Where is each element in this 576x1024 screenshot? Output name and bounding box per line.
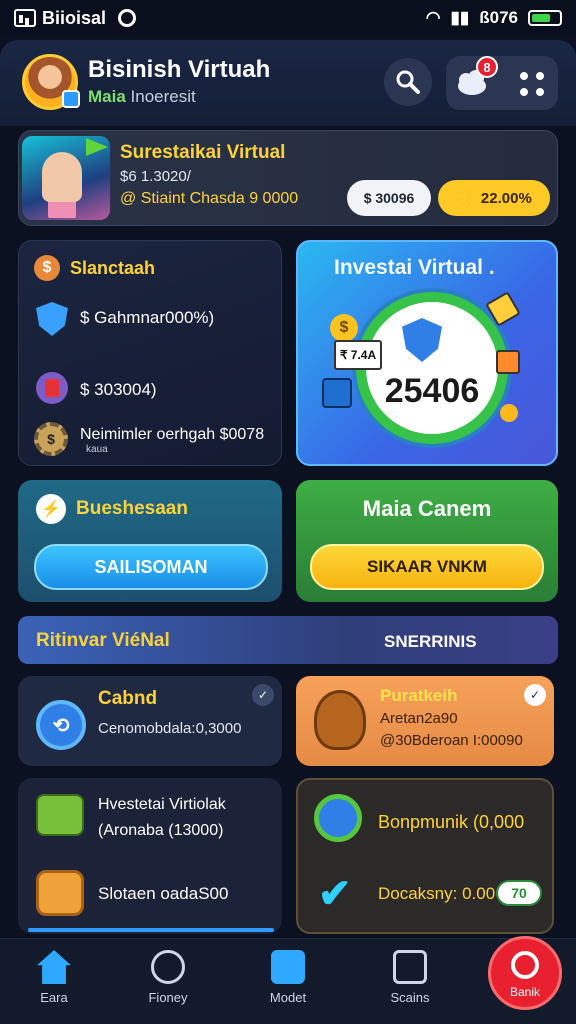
header-subtitle: Maia Inoeresit bbox=[88, 87, 196, 107]
banner-right-text: SNERRINIS bbox=[384, 632, 477, 651]
nav-home[interactable]: Eara bbox=[14, 950, 94, 1005]
business-button-label: SAILISOMAN bbox=[94, 556, 208, 577]
clock-icon bbox=[314, 794, 362, 842]
tile2-check-icon[interactable]: ✓ bbox=[524, 684, 546, 706]
nav-model[interactable]: Modet bbox=[248, 950, 328, 1005]
tile2-line1: Aretan2a90 bbox=[380, 710, 458, 727]
stats-row2: $ 303004) bbox=[80, 380, 157, 399]
ticket-icon: ₹ 7.4A bbox=[334, 340, 382, 370]
nav-stats[interactable]: Scains bbox=[370, 950, 450, 1005]
tile4-badge: 70 bbox=[496, 880, 542, 906]
app-status-icon bbox=[118, 9, 137, 27]
wallet-icon bbox=[36, 372, 68, 404]
tile3-line1: Hvestetai Virtiolak bbox=[98, 796, 226, 813]
stats-row3-sub: kaua bbox=[80, 444, 108, 455]
game-button-label: SIKAAR VNKM bbox=[367, 557, 487, 576]
featured-line2: @ Stiaint Chasda 9 0000 bbox=[120, 190, 299, 207]
battery-icon bbox=[528, 10, 562, 26]
check-icon: ✔ bbox=[318, 872, 352, 916]
featured-title: Surestaikai Virtual bbox=[120, 142, 286, 163]
featured-image bbox=[22, 136, 110, 220]
bolt-icon: ⚡ bbox=[456, 190, 475, 207]
game-title: Maia Canem bbox=[362, 496, 492, 521]
signal-icon: ▮▮ bbox=[450, 8, 470, 27]
stats-row1: $ Gahmnar000%) bbox=[80, 308, 215, 327]
business-button[interactable]: SAILISOMAN bbox=[34, 544, 268, 590]
carrier-label: Biioisal bbox=[42, 7, 107, 28]
wifi-icon: ◠ bbox=[425, 8, 441, 27]
featured-line1: $6 1.3020/ bbox=[120, 168, 191, 185]
tile2-title: Puratkeih bbox=[380, 686, 458, 705]
page-title: Bisinish Virtuah bbox=[88, 56, 271, 83]
tile1-check-icon[interactable]: ✓ bbox=[252, 684, 274, 706]
person-illustration bbox=[42, 152, 82, 202]
nav-profile[interactable]: Banik bbox=[488, 936, 562, 1010]
link-icon: ⟲ bbox=[36, 700, 86, 750]
nav-money[interactable]: Fioney bbox=[128, 950, 208, 1005]
verified-icon bbox=[62, 90, 80, 108]
banner-left-text: Ritinvar ViéNal bbox=[36, 630, 170, 651]
search-button[interactable] bbox=[384, 58, 432, 106]
home-icon bbox=[37, 950, 71, 984]
status-bar: Biioisal ◠ ▮▮ ß076 bbox=[0, 0, 576, 36]
subtitle-text: Inoeresit bbox=[130, 87, 196, 106]
stats-title: Slanctaah bbox=[70, 258, 156, 278]
cake-icon bbox=[36, 870, 84, 916]
nav-stats-label: Scains bbox=[390, 990, 430, 1005]
user-icon bbox=[511, 951, 539, 979]
flag-icon bbox=[86, 138, 108, 156]
tile4-badge-text: 70 bbox=[511, 885, 527, 901]
grid-icon bbox=[520, 72, 544, 96]
leaf-icon: ⚡ bbox=[36, 494, 66, 524]
nav-model-label: Modet bbox=[269, 990, 307, 1005]
box-icon bbox=[271, 950, 305, 984]
notification-button[interactable]: 8 bbox=[452, 56, 498, 102]
invest-title: Investai Virtual . bbox=[334, 256, 495, 279]
nav-money-label: Fioney bbox=[148, 990, 188, 1005]
featured-value-pill[interactable]: $ 30096 bbox=[347, 180, 431, 216]
briefcase-icon bbox=[36, 794, 84, 836]
tile3-line2: (Aronaba (13000) bbox=[98, 822, 224, 839]
nav-home-label: Eara bbox=[40, 990, 68, 1005]
search-money-icon bbox=[151, 950, 185, 984]
featured-percent-pill[interactable]: ⚡ 22.00% bbox=[438, 180, 550, 216]
tile3-progress bbox=[28, 928, 274, 932]
menu-button[interactable] bbox=[514, 66, 550, 102]
mascot-icon bbox=[314, 690, 366, 750]
search-icon bbox=[396, 70, 420, 94]
note-icon bbox=[496, 350, 520, 374]
tile4-line2: Docaksny: 0.00 bbox=[378, 884, 496, 903]
stats-row3: Neimimler oerhgah $0078 bbox=[80, 426, 265, 443]
gear-coin-icon: $ bbox=[34, 422, 68, 456]
chart-icon bbox=[14, 9, 36, 27]
invest-value: 25406 bbox=[384, 372, 480, 410]
tile1-text: Cenomobdala:0,3000 bbox=[98, 720, 242, 737]
tile3-line3: Slotaen oadaS00 bbox=[98, 884, 229, 903]
tile2-line2: @30Bderoan I:00090 bbox=[380, 732, 523, 749]
status-right-text: ß076 bbox=[479, 8, 518, 27]
notification-badge: 8 bbox=[476, 56, 498, 78]
invest-mini-label: ₹ 7.4A bbox=[339, 348, 377, 362]
calculator-icon bbox=[322, 378, 352, 408]
tile4-line1: Bonpmunik (0,000 bbox=[378, 812, 525, 832]
business-title: Bueshesaan bbox=[76, 498, 188, 519]
coin-icon: $ bbox=[34, 255, 60, 281]
game-button[interactable]: SIKAAR VNKM bbox=[310, 544, 544, 590]
featured-percent: 22.00% bbox=[480, 189, 532, 207]
nav-profile-label: Banik bbox=[509, 985, 541, 999]
featured-value: $ 30096 bbox=[363, 190, 415, 206]
small-coin-icon bbox=[500, 404, 518, 422]
subtitle-accent: Maia bbox=[88, 87, 126, 106]
dollar-icon: $ bbox=[330, 314, 358, 342]
camera-icon bbox=[393, 950, 427, 984]
tile1-title: Cabnd bbox=[98, 688, 158, 709]
